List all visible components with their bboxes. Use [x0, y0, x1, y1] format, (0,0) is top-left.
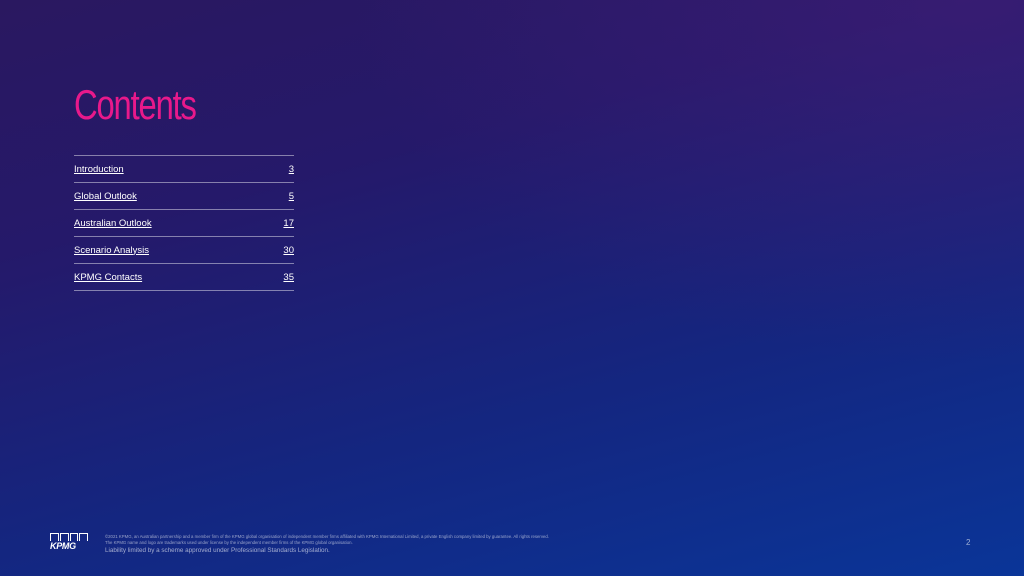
toc-item-introduction[interactable]: Introduction 3 [74, 156, 294, 183]
footer-liability: Liability limited by a scheme approved u… [105, 547, 330, 554]
toc-item-label[interactable]: Global Outlook [74, 191, 137, 202]
toc-item-label[interactable]: Scenario Analysis [74, 245, 149, 256]
toc-item-label[interactable]: Australian Outlook [74, 218, 152, 229]
toc-item-scenario-analysis[interactable]: Scenario Analysis 30 [74, 237, 294, 264]
toc-item-page[interactable]: 35 [283, 272, 294, 283]
toc-item-page[interactable]: 5 [289, 191, 294, 202]
toc-item-global-outlook[interactable]: Global Outlook 5 [74, 183, 294, 210]
toc-item-label[interactable]: KPMG Contacts [74, 272, 142, 283]
toc-item-page[interactable]: 30 [283, 245, 294, 256]
toc-item-kpmg-contacts[interactable]: KPMG Contacts 35 [74, 264, 294, 291]
logo-text: KPMG [50, 541, 76, 551]
footer-legal-text: ©2021 KPMG, an Australian partnership an… [105, 534, 785, 555]
toc-item-australian-outlook[interactable]: Australian Outlook 17 [74, 210, 294, 237]
page-number: 2 [966, 538, 971, 547]
toc-item-label[interactable]: Introduction [74, 164, 124, 175]
logo-boxes-icon [50, 533, 88, 541]
toc-item-page[interactable]: 17 [283, 218, 294, 229]
kpmg-logo: KPMG [50, 533, 88, 551]
toc-item-page[interactable]: 3 [289, 164, 294, 175]
table-of-contents: Introduction 3 Global Outlook 5 Australi… [74, 155, 294, 291]
page-title: Contents [74, 81, 197, 128]
